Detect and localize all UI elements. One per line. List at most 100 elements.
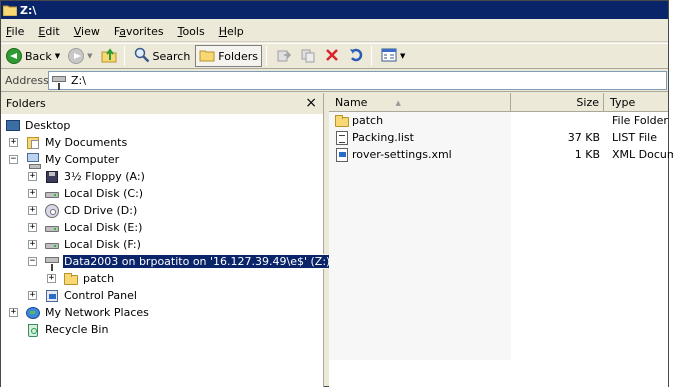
file-name: Packing.list xyxy=(352,131,414,144)
column-header-type[interactable]: Type xyxy=(604,93,668,112)
expand-toggle[interactable]: + xyxy=(28,291,37,300)
file-size: 37 KB xyxy=(567,131,600,144)
tree-item-control-panel[interactable]: + Control Panel xyxy=(28,287,138,304)
menu-bar: File Edit View Favorites Tools Help xyxy=(1,22,668,42)
expand-toggle[interactable]: + xyxy=(28,172,37,181)
tree-item-label: 3½ Floppy (A:) xyxy=(64,170,145,183)
up-folder-button[interactable] xyxy=(98,45,120,67)
copy-to-button[interactable] xyxy=(297,45,319,67)
expand-toggle[interactable]: + xyxy=(9,308,18,317)
recycle-bin-icon xyxy=(25,322,41,338)
expand-toggle[interactable]: + xyxy=(9,138,18,147)
chevron-down-icon[interactable]: ▼ xyxy=(400,52,405,60)
network-drive-icon xyxy=(44,254,60,271)
search-button[interactable]: Search xyxy=(131,45,194,67)
tree-item-label: Recycle Bin xyxy=(45,323,109,336)
move-to-button[interactable] xyxy=(273,45,295,67)
folders-pane-title: Folders xyxy=(6,97,46,110)
file-type: LIST File xyxy=(612,131,657,144)
network-places-icon xyxy=(25,305,41,321)
expand-toggle[interactable]: + xyxy=(28,223,37,232)
menu-view[interactable]: View xyxy=(69,25,105,38)
toolbar-separator xyxy=(266,46,268,66)
tree-item-network-drive-z[interactable]: − Data2003 on brpoatito on '16.127.39.49… xyxy=(28,253,333,271)
window-title: Z:\ xyxy=(20,3,37,17)
tree-item-label: My Network Places xyxy=(45,306,149,319)
back-button-label: Back xyxy=(25,49,52,63)
address-input[interactable]: Z:\ xyxy=(48,71,667,90)
views-icon xyxy=(381,47,397,66)
tree-item-recycle-bin[interactable]: Recycle Bin xyxy=(25,321,109,338)
sort-ascending-icon: ▲ xyxy=(395,98,401,107)
menu-help[interactable]: Help xyxy=(214,25,249,38)
menu-edit[interactable]: Edit xyxy=(33,25,64,38)
file-row[interactable]: rover-settings.xml 1 KB XML Docume xyxy=(329,146,673,163)
column-header-name[interactable]: Name ▲ xyxy=(329,93,511,112)
column-header-label: Type xyxy=(610,96,636,109)
tree-item-label: Control Panel xyxy=(64,289,137,302)
expand-toggle[interactable]: + xyxy=(28,240,37,249)
collapse-toggle[interactable]: − xyxy=(28,257,37,266)
folders-button[interactable]: Folders xyxy=(195,45,263,67)
tree-item-label: patch xyxy=(83,272,115,285)
list-file-icon xyxy=(334,130,350,146)
hard-drive-icon xyxy=(44,237,60,253)
tree-item-cd-drive-d[interactable]: + CD Drive (D:) xyxy=(28,202,138,219)
folder-icon xyxy=(63,271,79,287)
hard-drive-icon xyxy=(44,220,60,236)
file-type: File Folder xyxy=(612,114,668,127)
tree-item-desktop[interactable]: Desktop xyxy=(5,117,71,134)
my-documents-icon xyxy=(25,135,41,151)
folder-icon xyxy=(334,113,350,129)
file-type: XML Docume xyxy=(612,148,673,161)
file-name: rover-settings.xml xyxy=(352,148,452,161)
menu-favorites[interactable]: Favorites xyxy=(109,25,169,38)
address-value: Z:\ xyxy=(71,74,86,87)
tree-item-label: Desktop xyxy=(25,119,71,132)
forward-arrow-icon xyxy=(68,48,85,64)
collapse-toggle[interactable]: − xyxy=(9,155,18,164)
undo-button[interactable] xyxy=(345,45,367,67)
search-icon xyxy=(134,47,150,66)
file-list-pane: Name ▲ Size Type patch File Folder Packi… xyxy=(329,93,673,387)
undo-icon xyxy=(348,47,364,66)
menu-file[interactable]: File xyxy=(1,25,29,38)
title-bar[interactable]: Z:\ xyxy=(1,1,668,19)
search-button-label: Search xyxy=(152,49,191,63)
views-button[interactable]: ▼ xyxy=(378,45,408,67)
expand-toggle[interactable]: + xyxy=(28,189,37,198)
chevron-down-icon[interactable]: ▼ xyxy=(55,52,60,60)
back-button[interactable]: Back ▼ xyxy=(3,45,63,67)
chevron-down-icon[interactable]: ▼ xyxy=(87,52,92,60)
tree-item-my-network-places[interactable]: + My Network Places xyxy=(9,304,150,321)
tree-item-label: Data2003 on brpoatito on '16.127.39.49\e… xyxy=(61,254,333,269)
tree-item-floppy[interactable]: + 3½ Floppy (A:) xyxy=(28,168,146,185)
tree-item-local-disk-c[interactable]: + Local Disk (C:) xyxy=(28,185,144,202)
tree-item-patch[interactable]: + patch xyxy=(47,270,115,287)
file-row[interactable]: patch File Folder xyxy=(329,112,668,129)
explorer-window: Z:\ File Edit View Favorites Tools Help … xyxy=(0,0,673,387)
folders-button-label: Folders xyxy=(218,49,259,63)
forward-button[interactable]: ▼ xyxy=(65,45,95,67)
expand-toggle[interactable]: + xyxy=(28,206,37,215)
tree-item-local-disk-e[interactable]: + Local Disk (E:) xyxy=(28,219,143,236)
tree-item-label: CD Drive (D:) xyxy=(64,204,138,217)
hard-drive-icon xyxy=(44,186,60,202)
tree-item-my-documents[interactable]: + My Documents xyxy=(9,134,128,151)
tree-item-label: Local Disk (E:) xyxy=(64,221,143,234)
desktop-icon xyxy=(5,118,21,134)
close-icon[interactable]: × xyxy=(305,96,317,110)
column-header-size[interactable]: Size xyxy=(511,93,604,112)
file-name: patch xyxy=(352,114,384,127)
tree-item-local-disk-f[interactable]: + Local Disk (F:) xyxy=(28,236,142,253)
tree-item-label: Local Disk (C:) xyxy=(64,187,144,200)
file-row[interactable]: Packing.list 37 KB LIST File xyxy=(329,129,668,146)
column-header-label: Name xyxy=(335,96,368,109)
address-label: Address xyxy=(5,73,49,87)
tree-item-my-computer[interactable]: − My Computer xyxy=(9,151,120,169)
delete-icon xyxy=(324,47,340,66)
menu-tools[interactable]: Tools xyxy=(173,25,210,38)
delete-button[interactable] xyxy=(321,45,343,67)
expand-toggle[interactable]: + xyxy=(47,274,56,283)
folders-icon xyxy=(199,47,215,66)
